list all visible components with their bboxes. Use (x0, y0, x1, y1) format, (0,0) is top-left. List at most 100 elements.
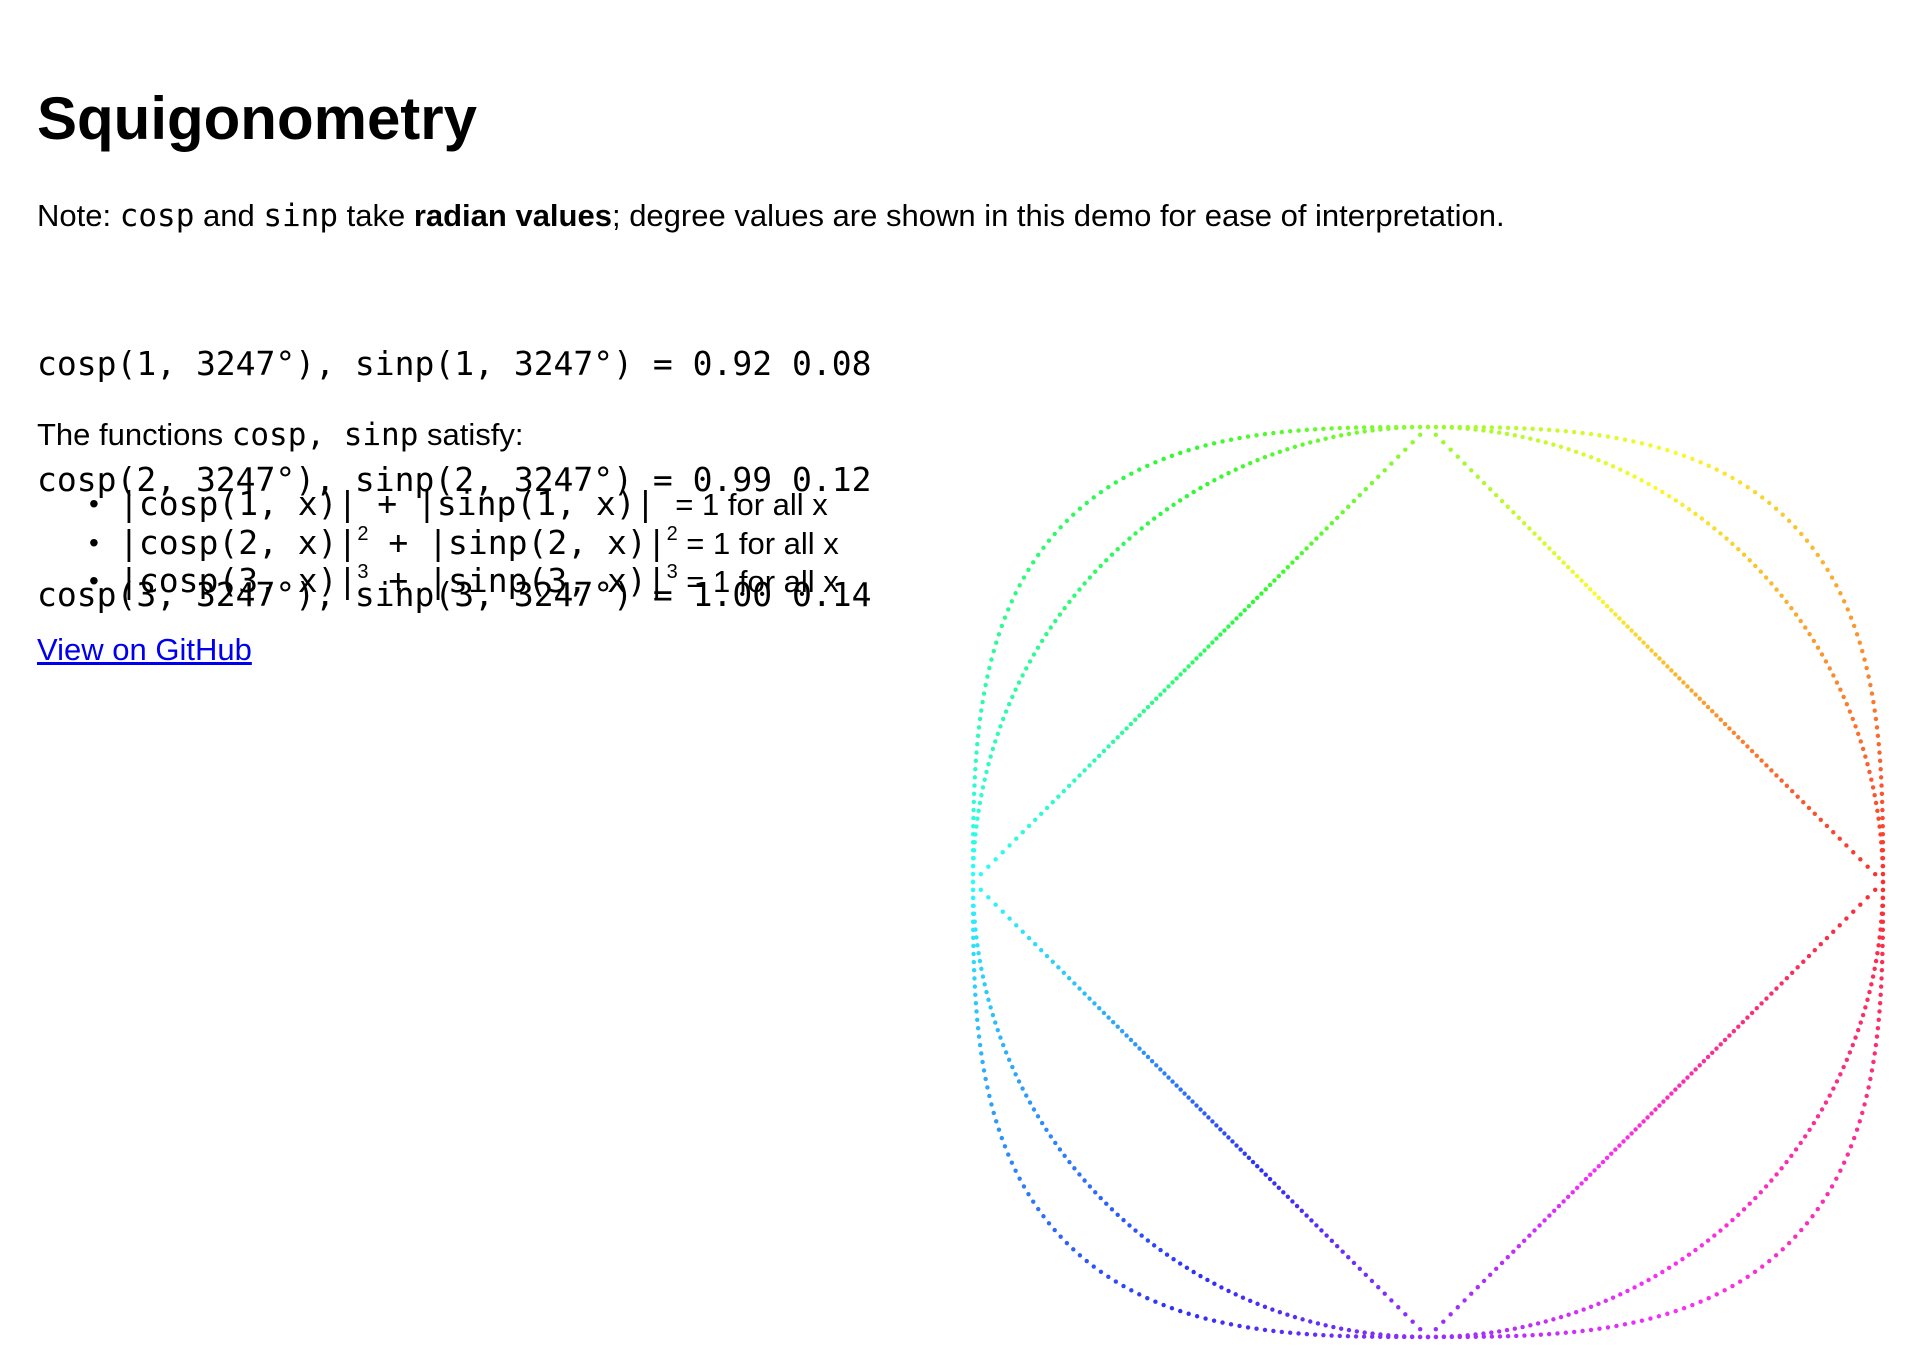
curve-dot (1308, 1319, 1313, 1324)
curve-dot (1457, 1334, 1463, 1340)
curve-dot (1701, 1058, 1707, 1064)
curve-dot (1110, 1019, 1116, 1025)
curve-dot (1024, 1093, 1029, 1098)
curve-dot (1285, 1312, 1290, 1317)
curve-dot (1632, 474, 1637, 479)
curve-dot (1210, 640, 1215, 645)
curve-dot (1329, 1333, 1334, 1338)
curve-dot (1246, 1155, 1252, 1161)
curve-dot (1314, 1223, 1319, 1228)
curve-dot (1020, 673, 1025, 678)
curve-dot (978, 871, 984, 877)
note-prefix: Note: (37, 198, 120, 233)
curve-dot (1880, 911, 1886, 917)
curve-dot (1665, 1311, 1670, 1316)
curve-dot (1035, 1114, 1041, 1119)
curve-dot (1880, 903, 1886, 909)
curve-dot (1481, 1334, 1487, 1339)
curve-dot (1338, 433, 1344, 438)
note-bold-radian-values: radian values (413, 198, 612, 233)
curve-dot (1841, 1160, 1847, 1165)
curve-dot (1119, 1028, 1125, 1034)
curve-dot (1220, 1320, 1225, 1325)
curve-dot (1378, 424, 1383, 430)
curve-dot (1673, 450, 1678, 456)
curve-dot (1648, 443, 1653, 448)
curve-dot (1127, 1223, 1132, 1228)
curve-dot (970, 871, 976, 877)
github-link[interactable]: View on GitHub (37, 630, 252, 670)
curve-dot (1093, 569, 1098, 574)
curve-dot (1488, 487, 1493, 492)
curve-dot (1396, 1305, 1401, 1310)
curve-dot (1403, 447, 1408, 452)
identity-expr-sinp: + |sinp(3, x)| (368, 561, 667, 600)
curve-dot (1082, 1178, 1087, 1183)
curve-dot (1741, 552, 1747, 557)
curve-dot (1058, 525, 1063, 530)
curve-dot (1880, 887, 1886, 893)
curve-dot (970, 911, 976, 917)
curve-dot (1592, 591, 1597, 596)
curve-dot (1206, 644, 1211, 649)
curve-dot (1001, 1042, 1006, 1048)
curve-dot (1769, 581, 1774, 586)
curve-dot (1319, 1228, 1324, 1233)
curve-dot (1417, 424, 1423, 430)
curve-dot (1139, 526, 1144, 531)
curve-dot (1879, 783, 1884, 788)
curve-dot (1141, 709, 1146, 714)
curve-dot (980, 785, 986, 790)
curve-dot (1353, 425, 1359, 430)
identity-item-p2: • |cosp(2, x)|2 + |sinp(2, x)|2 = 1 for a… (37, 522, 839, 563)
curve-dot (1202, 1111, 1207, 1116)
curve-dot (1475, 1285, 1480, 1290)
curve-dot (1072, 778, 1077, 783)
curve-dot (1494, 493, 1499, 498)
curve-dot (1521, 1238, 1527, 1244)
curve-dot (971, 823, 976, 829)
curve-dot (1873, 716, 1879, 722)
curve-dot (1834, 680, 1840, 685)
curve-dot (1580, 430, 1585, 436)
identity-expr-sinp: + |sinp(2, x)| (368, 522, 667, 562)
curve-dot (1021, 575, 1027, 580)
curve-dot (1093, 1190, 1098, 1195)
curve-dot (1844, 1057, 1850, 1062)
curve-dot (1798, 618, 1803, 624)
curve-dot (1847, 1050, 1853, 1055)
curve-dot (1795, 965, 1800, 970)
curve-dot (1230, 1139, 1235, 1144)
curve-dot (973, 758, 979, 764)
curve-dot (1133, 1042, 1138, 1047)
curve-dot (1386, 426, 1391, 431)
curve-dot (1194, 445, 1200, 450)
curve-dot (1104, 558, 1109, 563)
curve-dot (1570, 1190, 1575, 1195)
curve-dot (1823, 1100, 1829, 1105)
curve-dot (1812, 811, 1818, 816)
curve-dot (1880, 863, 1886, 869)
curve-dot (1178, 450, 1183, 456)
curve-dot (1815, 1206, 1820, 1212)
curve-dot (1693, 1067, 1698, 1072)
curve-dot (1685, 1075, 1690, 1080)
curve-dot (1369, 1278, 1375, 1284)
curve-dot (1007, 843, 1012, 848)
curve-dot (1745, 485, 1750, 490)
curve-dot (1039, 811, 1044, 816)
curve-dot (1878, 775, 1884, 780)
curve-dot (1016, 1079, 1022, 1084)
curve-dot (981, 1068, 987, 1073)
curve-dot (1255, 1164, 1260, 1169)
curve-dot (1242, 608, 1247, 613)
curve-dot (1077, 587, 1082, 592)
curve-dot (1851, 1135, 1857, 1141)
curve-dot (1315, 1321, 1321, 1326)
curve-dot (1604, 603, 1610, 609)
curve-dot (1248, 460, 1253, 466)
curve-dot (1625, 470, 1630, 476)
curve-dot (1876, 816, 1881, 821)
curve-dot (1337, 425, 1342, 431)
curve-dot (1394, 1333, 1399, 1339)
